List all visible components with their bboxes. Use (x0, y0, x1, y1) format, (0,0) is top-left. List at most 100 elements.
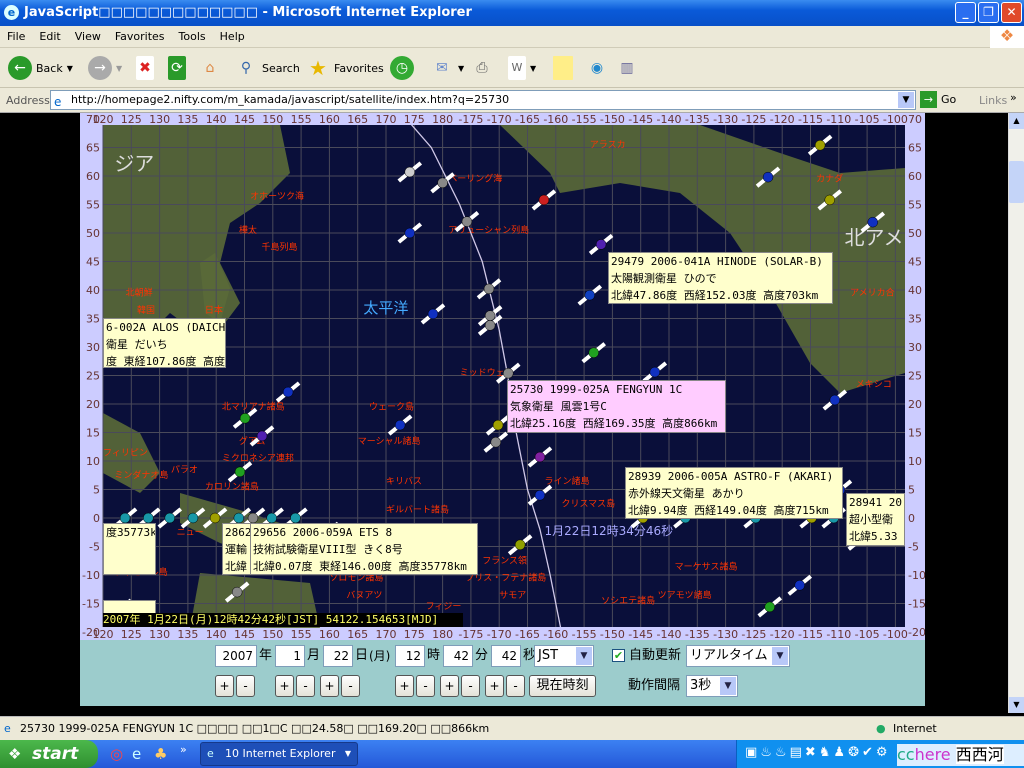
satellite-body (534, 489, 546, 501)
lon-tick-label-top: 165 (347, 113, 368, 126)
maximize-button[interactable]: ❐ (978, 2, 999, 23)
satellite-body (233, 512, 245, 524)
second-plus-button[interactable]: + (485, 675, 504, 697)
menu-tools[interactable]: Tools (172, 26, 213, 43)
lon-tick-label-bottom: -150 (600, 628, 625, 640)
lat-tick-label-left: 35 (86, 313, 100, 326)
auto-update-label: 自動更新 (629, 648, 682, 663)
ie-icon: e (207, 747, 214, 760)
place-label: ツアモツ諸島 (658, 589, 712, 601)
now-button[interactable]: 現在時刻 (529, 675, 596, 697)
place-label: サモア (499, 590, 526, 601)
search-button[interactable]: ⚲ Search (234, 54, 300, 82)
favorites-button[interactable]: ★ Favorites (306, 54, 384, 82)
scroll-down-button[interactable]: ▼ (1009, 697, 1024, 713)
lat-tick-label-left: 50 (86, 227, 100, 240)
address-input[interactable]: e http://homepage2.nifty.com/m_kamada/ja… (50, 90, 916, 110)
links-button[interactable]: Links (979, 94, 1007, 107)
lat-tick-label-left: -5 (89, 541, 100, 554)
update-mode-select[interactable]: リアルタイム ▼ (686, 645, 790, 667)
lat-tick-label-left: 15 (86, 427, 100, 440)
interval-label: 動作間隔 (628, 678, 681, 693)
tray-icons[interactable]: ▣♨♨▤✖♞♟❂✔⚙ (745, 745, 891, 760)
lon-tick-label-bottom: -165 (515, 628, 540, 640)
chevron-icon[interactable]: » (1010, 91, 1017, 104)
second-input[interactable]: 42 (491, 645, 521, 667)
minute-input[interactable]: 42 (443, 645, 473, 667)
scroll-thumb[interactable] (1009, 161, 1024, 203)
close-button[interactable]: ✕ (1001, 2, 1022, 23)
stop-button[interactable]: ✖ (136, 54, 154, 82)
second-minus-button[interactable]: - (506, 675, 525, 697)
refresh-button[interactable]: ⟳ (168, 54, 186, 82)
vertical-scrollbar[interactable]: ▲ ▼ (1008, 113, 1024, 713)
satellite-body (404, 166, 416, 178)
scroll-up-button[interactable]: ▲ (1009, 113, 1024, 129)
lon-tick-label-bottom: 145 (234, 628, 255, 640)
month-input[interactable]: 1 (275, 645, 305, 667)
chevron-down-icon: ▼ (344, 749, 351, 758)
menu-favorites[interactable]: Favorites (108, 26, 172, 43)
home-icon: ⌂ (205, 60, 215, 76)
stop-icon: ✖ (136, 56, 154, 80)
map-canvas[interactable]: 1201201251251301301351351401401451451501… (80, 113, 926, 641)
menu-edit[interactable]: Edit (32, 26, 67, 43)
research-button[interactable]: ▥ (615, 54, 639, 82)
msn-icon[interactable]: ♣ (154, 745, 167, 763)
place-label: アメリカ合 (850, 287, 895, 299)
lat-tick-label-left: 25 (86, 370, 100, 383)
discuss-button[interactable] (553, 54, 573, 82)
taskbar-ie-group[interactable]: e 10 Internet Explorer ▼ (200, 742, 358, 766)
year-plus-button[interactable]: + (215, 675, 234, 697)
minute-minus-button[interactable]: - (461, 675, 480, 697)
satellite-body (595, 239, 607, 250)
mail-button[interactable]: ✉ ▼ (430, 54, 464, 82)
timezone-select[interactable]: JST ▼ (534, 645, 594, 667)
lon-tick-label-top: -145 (628, 113, 653, 126)
address-dropdown-icon[interactable]: ▼ (898, 92, 914, 108)
auto-update-checkbox[interactable]: ✔ (612, 649, 625, 662)
taskbar: ❖ start ◎ e ♣ » e 10 Internet Explorer ▼ ▣♨… (0, 740, 1024, 768)
hour-input[interactable]: 12 (395, 645, 425, 667)
hour-plus-button[interactable]: + (395, 675, 414, 697)
lat-tick-label-right: 55 (908, 199, 922, 212)
menu-help[interactable]: Help (213, 26, 252, 43)
edit-button[interactable]: W ▼ (508, 54, 536, 82)
print-button[interactable]: ⎙ (470, 54, 494, 82)
satellite-body (239, 413, 251, 424)
lat-tick-label-right: 35 (908, 313, 922, 326)
ie-quicklaunch-icon[interactable]: e (132, 745, 141, 763)
year-input[interactable]: 2007 (215, 645, 257, 667)
go-button[interactable]: → Go (920, 91, 956, 108)
day-minus-button[interactable]: - (341, 675, 360, 697)
minute-plus-button[interactable]: + (440, 675, 459, 697)
place-label: オホーツク海 (250, 190, 304, 202)
minimize-button[interactable]: _ (955, 2, 976, 23)
day-input[interactable]: 22 (323, 645, 353, 667)
search-icon: ⚲ (240, 60, 252, 76)
year-minus-button[interactable]: - (236, 675, 255, 697)
place-label: ニュー (177, 528, 204, 538)
more-icon[interactable]: » (180, 743, 187, 756)
lon-tick-label-top: 135 (177, 113, 198, 126)
start-button[interactable]: ❖ start (0, 740, 98, 768)
satellite-body (394, 419, 406, 431)
lat-tick-label-left: 65 (86, 142, 100, 155)
day-plus-button[interactable]: + (320, 675, 339, 697)
back-button[interactable]: ← Back ▼ (8, 54, 73, 82)
place-label: バヌアツ (346, 590, 382, 601)
menu-view[interactable]: View (68, 26, 108, 43)
lon-tick-label-top: -155 (572, 113, 597, 126)
interval-select[interactable]: 3秒 ▼ (686, 675, 738, 697)
history-button[interactable]: ◷ (390, 54, 414, 82)
month-minus-button[interactable]: - (296, 675, 315, 697)
forward-button[interactable]: → ▼ (88, 54, 122, 82)
month-plus-button[interactable]: + (275, 675, 294, 697)
lon-tick-label-top: 140 (206, 113, 227, 126)
messenger-button[interactable]: ◉ (585, 54, 609, 82)
hour-minus-button[interactable]: - (416, 675, 435, 697)
place-label: 千島列島 (261, 241, 297, 253)
quicklaunch-icon[interactable]: ◎ (110, 745, 123, 763)
menu-file[interactable]: File (0, 26, 32, 43)
home-button[interactable]: ⌂ (198, 54, 222, 82)
